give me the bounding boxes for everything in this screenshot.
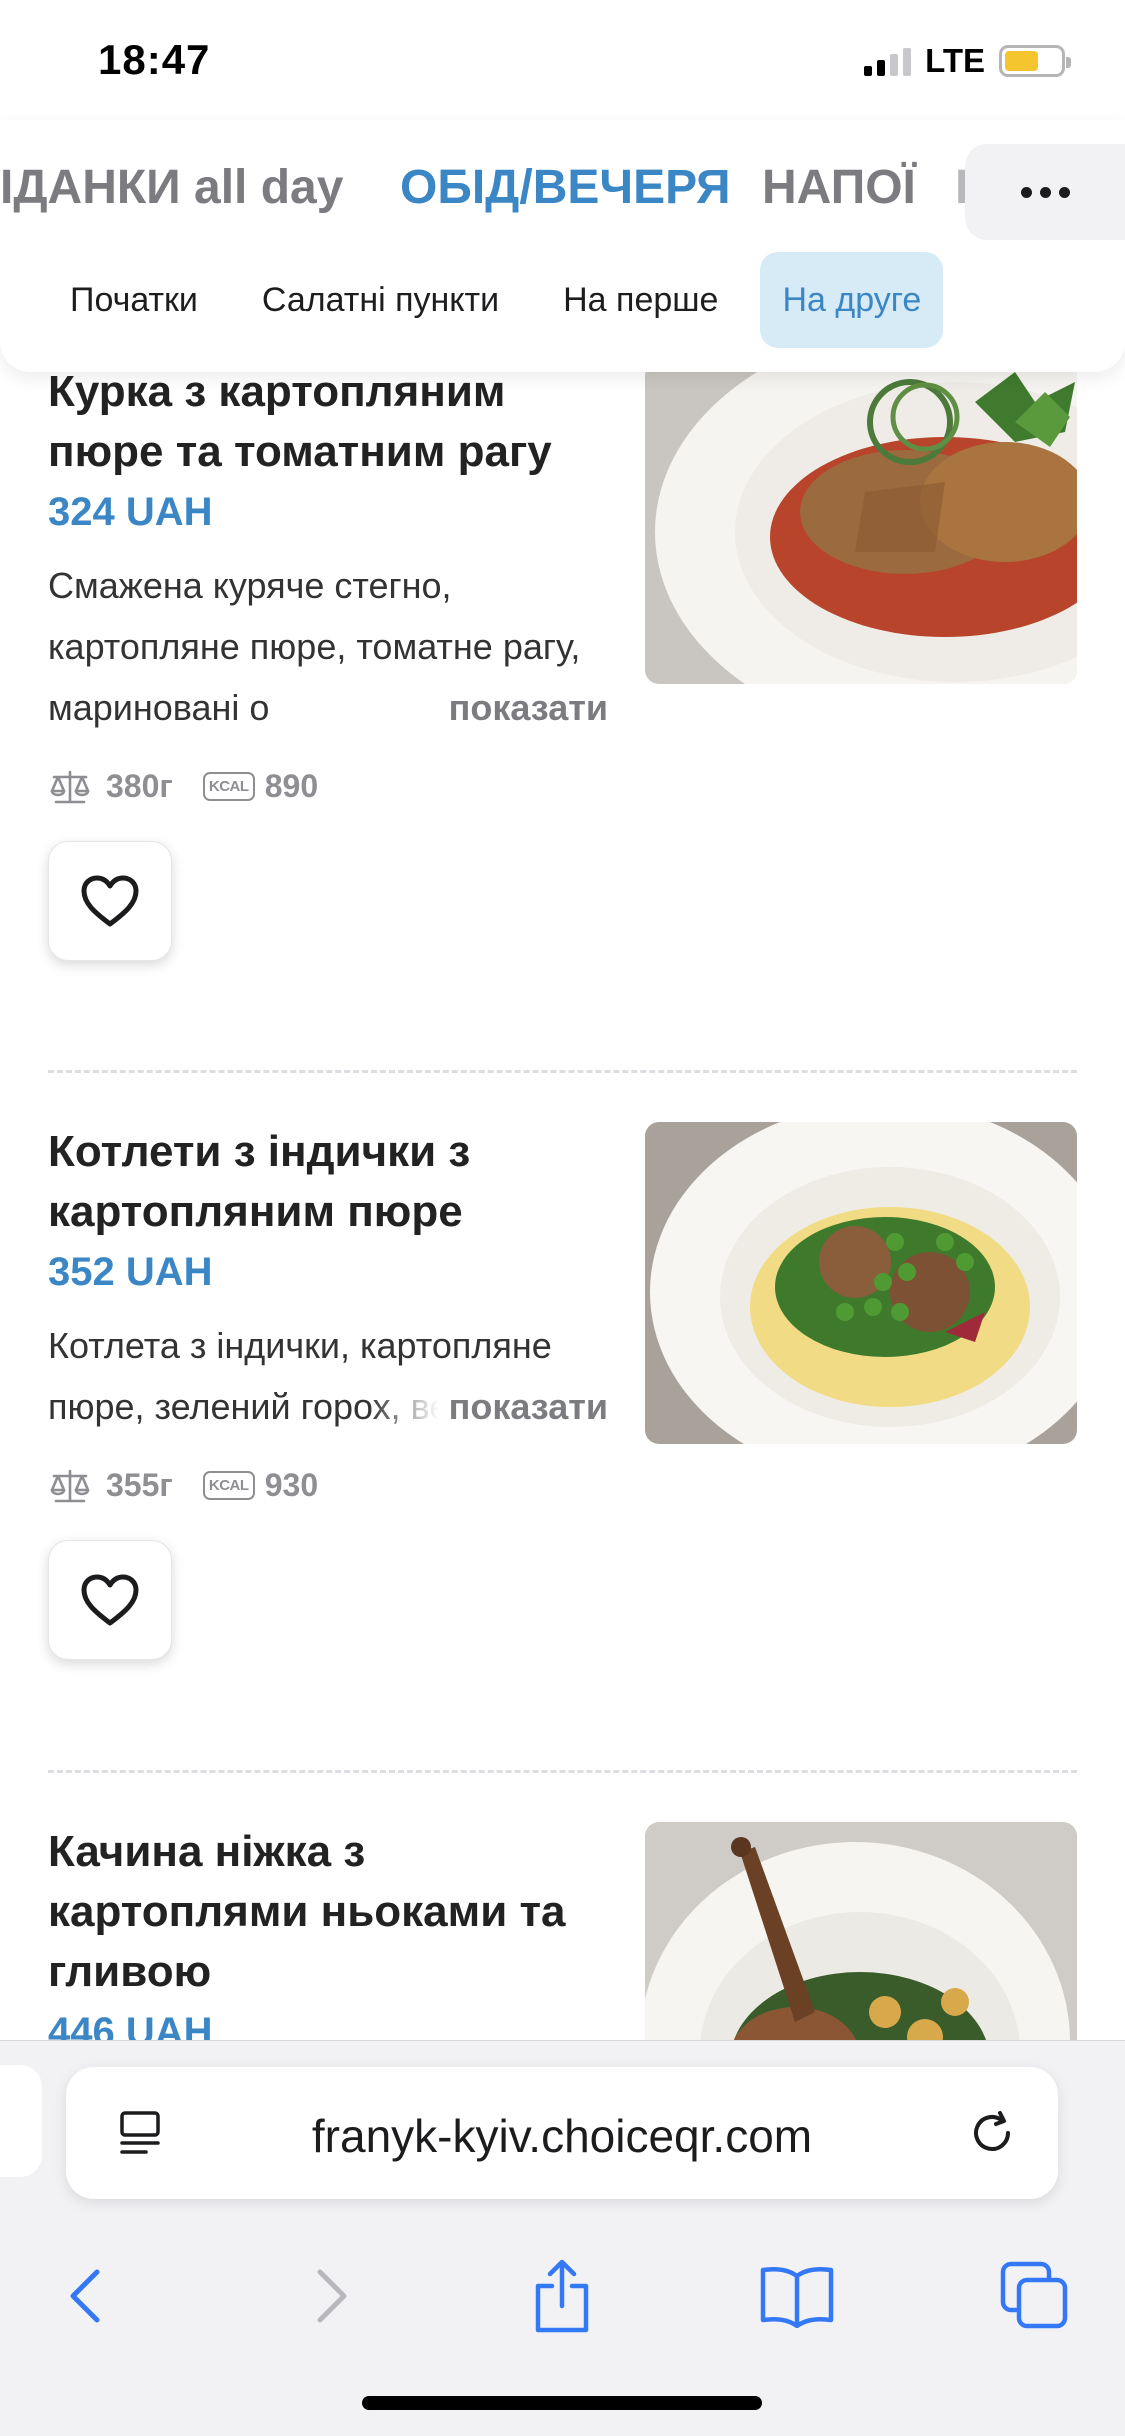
scale-icon [48, 1468, 92, 1504]
dish-kcal: 890 [264, 768, 319, 804]
favorite-button[interactable] [48, 841, 172, 961]
signal-icon [864, 46, 912, 76]
app-screen: 18:47 LTE Курка з картопляним пюре та то… [0, 0, 1125, 2436]
show-more-link[interactable]: показати [368, 677, 608, 738]
battery-icon [999, 45, 1071, 77]
browser-toolbar [0, 2251, 1125, 2351]
kcal-icon-text: KCAL [202, 772, 255, 801]
dish-photo[interactable] [645, 362, 1077, 684]
share-icon[interactable] [517, 2251, 607, 2341]
url-text: franyk-kyiv.choiceqr.com [311, 2110, 813, 2162]
battery-level [1005, 51, 1039, 71]
category-header: ІДАНКИ all day ОБІД/ВЕЧЕРЯ НАПОЇ Б Почат… [0, 120, 1125, 372]
status-time: 18:47 [98, 36, 211, 83]
dish-kcal: 930 [264, 1467, 319, 1503]
kcal-icon-text: KCAL [202, 1471, 255, 1500]
kcal-icon: KCAL [202, 769, 255, 805]
tab-lunch-dinner[interactable]: ОБІД/ВЕЧЕРЯ [400, 160, 730, 215]
dish-meta: 355г KCAL 930 [48, 1467, 1077, 1504]
tab-drinks[interactable]: НАПОЇ [762, 160, 916, 215]
divider [48, 1070, 1077, 1073]
dish-photo[interactable] [645, 1122, 1077, 1444]
dish-weight: 355г [106, 1467, 173, 1503]
status-bar: 18:47 LTE [0, 0, 1125, 120]
tab-breakfast[interactable]: ІДАНКИ all day [0, 160, 343, 215]
browser-bottom-bar: franyk-kyiv.choiceqr.com [0, 2040, 1125, 2436]
back-icon[interactable] [42, 2251, 132, 2341]
dish-card[interactable]: Курка з картопляним пюре та томатним раг… [48, 362, 1077, 961]
forward-icon[interactable] [285, 2251, 375, 2341]
favorite-button[interactable] [48, 1540, 172, 1660]
address-bar[interactable]: franyk-kyiv.choiceqr.com [66, 2067, 1058, 2199]
dish-title: Котлети з індички з картопляним пюре [48, 1127, 471, 1236]
subtab-mains[interactable]: На друге [760, 252, 944, 348]
more-icon[interactable] [965, 144, 1125, 240]
bookmarks-icon[interactable] [752, 2251, 842, 2341]
subtab-soups[interactable]: На перше [541, 252, 740, 348]
dish-card[interactable]: Качина ніжка з картоплями ньоками та гли… [48, 1822, 1077, 2144]
dish-meta: 380г KCAL 890 [48, 768, 1077, 805]
kcal-icon: KCAL [202, 1468, 255, 1504]
dish-description: Смажена куряче стегно, картопляне пюре, … [48, 555, 608, 738]
dish-card[interactable]: Котлети з індички з картопляним пюре 352… [48, 1122, 1077, 1660]
divider [48, 1770, 1077, 1773]
previous-tab-preview[interactable] [0, 2065, 42, 2177]
dish-title: Качина ніжка з картоплями ньоками та гли… [48, 1827, 566, 1996]
subcategory-tabs: Початки Салатні пункти На перше На друге [48, 252, 944, 348]
dish-weight: 380г [106, 768, 173, 804]
category-tabs: ІДАНКИ all day ОБІД/ВЕЧЕРЯ НАПОЇ Б [0, 160, 1125, 230]
heart-icon [81, 875, 139, 927]
status-indicators: LTE [864, 42, 1071, 80]
subtab-salads[interactable]: Салатні пункти [240, 252, 521, 348]
tabs-icon[interactable] [990, 2251, 1080, 2341]
home-indicator [362, 2396, 762, 2410]
reload-icon[interactable] [966, 2107, 1018, 2164]
heart-icon [81, 1574, 139, 1626]
subtab-starters[interactable]: Початки [48, 252, 220, 348]
show-more-link[interactable]: показати [368, 1376, 608, 1437]
scale-icon [48, 769, 92, 805]
network-label: LTE [925, 42, 985, 79]
dish-title: Курка з картопляним пюре та томатним раг… [48, 367, 552, 476]
dish-description: Котлета з індички, картопляне пюре, зеле… [48, 1315, 608, 1437]
